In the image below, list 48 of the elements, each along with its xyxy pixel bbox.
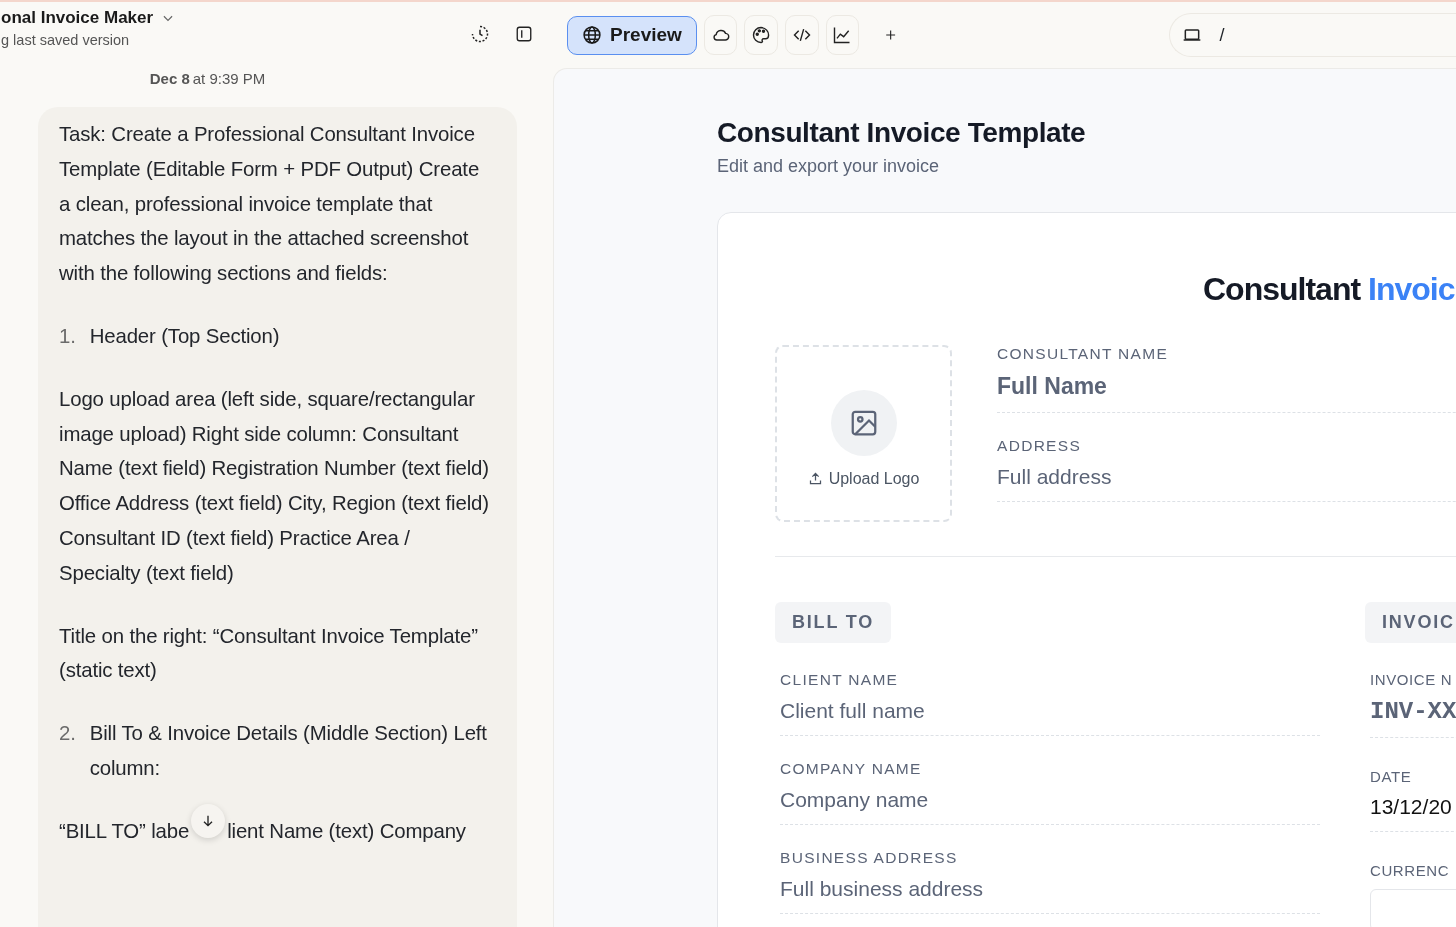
text-input[interactable]: Client full name	[780, 689, 1320, 736]
address-path: /	[1219, 24, 1225, 46]
message-text: “BILL TO” labe	[59, 818, 190, 844]
message-date: Dec 8	[149, 70, 190, 87]
preview-subtitle: Edit and export your invoice	[717, 156, 941, 177]
section-badge: BILL TO	[775, 602, 891, 643]
logo-upload-area[interactable]: Upload Logo	[775, 345, 952, 522]
text-input[interactable]: Full Name	[997, 363, 1456, 413]
list-item-text: Bill To & Invoice Details (Middle Section) Left column:	[89, 721, 488, 781]
scroll-down-button[interactable]	[191, 804, 226, 839]
list-number: 2.	[59, 721, 76, 747]
project-title: onal Invoice Maker	[1, 8, 154, 28]
invoice-heading: Consultant Invoic	[1203, 271, 1455, 307]
message-time: at 9:39 PM	[192, 70, 266, 87]
sidebar-icon	[515, 25, 533, 43]
text-input[interactable]: INV-XX	[1370, 688, 1456, 738]
field-label: COMPANY NAME	[780, 760, 923, 778]
globe-icon	[582, 25, 602, 45]
field-label: DATE	[1370, 768, 1413, 785]
code-tab[interactable]	[785, 15, 819, 55]
project-subtitle: g last saved version	[1, 32, 131, 48]
upload-icon	[807, 471, 823, 486]
field-label: BUSINESS ADDRESS	[780, 849, 959, 867]
chart-tab[interactable]	[825, 15, 860, 55]
text-input[interactable]: 13/12/20	[1370, 785, 1456, 832]
message-text: lient Name (text) Company	[227, 818, 466, 844]
field-label: CONSULTANT NAME	[997, 345, 1170, 363]
list-item-text: Header (Top Section)	[89, 324, 280, 349]
cloud-tab[interactable]	[703, 15, 738, 55]
message-paragraph: Title on the right: “Consultant Invoice Template” (static text)	[59, 623, 479, 684]
text-input[interactable]: Company name	[780, 778, 1320, 825]
text-input[interactable]: Full business address	[780, 867, 1320, 914]
field-label: CURRENC	[1370, 862, 1451, 879]
text-input[interactable]: Full address	[997, 455, 1456, 502]
preview-title: Consultant Invoice Template	[717, 117, 1087, 149]
field-label: INVOICE N	[1370, 671, 1454, 688]
section-badge: INVOIC	[1365, 602, 1456, 643]
line-chart-icon	[832, 25, 853, 45]
palette-icon	[751, 25, 772, 45]
upload-logo-label: Upload Logo	[828, 469, 920, 488]
palette-tab[interactable]	[744, 15, 779, 55]
list-number: 1.	[59, 324, 76, 349]
field-label: CLIENT NAME	[780, 671, 900, 689]
preview-tab[interactable]: Preview	[567, 15, 697, 55]
field-label: ADDRESS	[997, 437, 1083, 455]
message-paragraph: Task: Create a Professional Consultant Invoice Template (Editable Form + PDF Output) Create a clean, professional invoice template that matches the layout in the attached screenshot with the following sections and fields:	[59, 122, 481, 287]
history-icon	[470, 24, 490, 44]
message-paragraph: Logo upload area (left side, square/rectangular image upload) Right side column: Consultant Name (text field) Registration Number (text field) Office Address (text field) City, Region (text field) Consultant ID (text field) Practice Area / Specialty (text field)	[59, 386, 490, 586]
